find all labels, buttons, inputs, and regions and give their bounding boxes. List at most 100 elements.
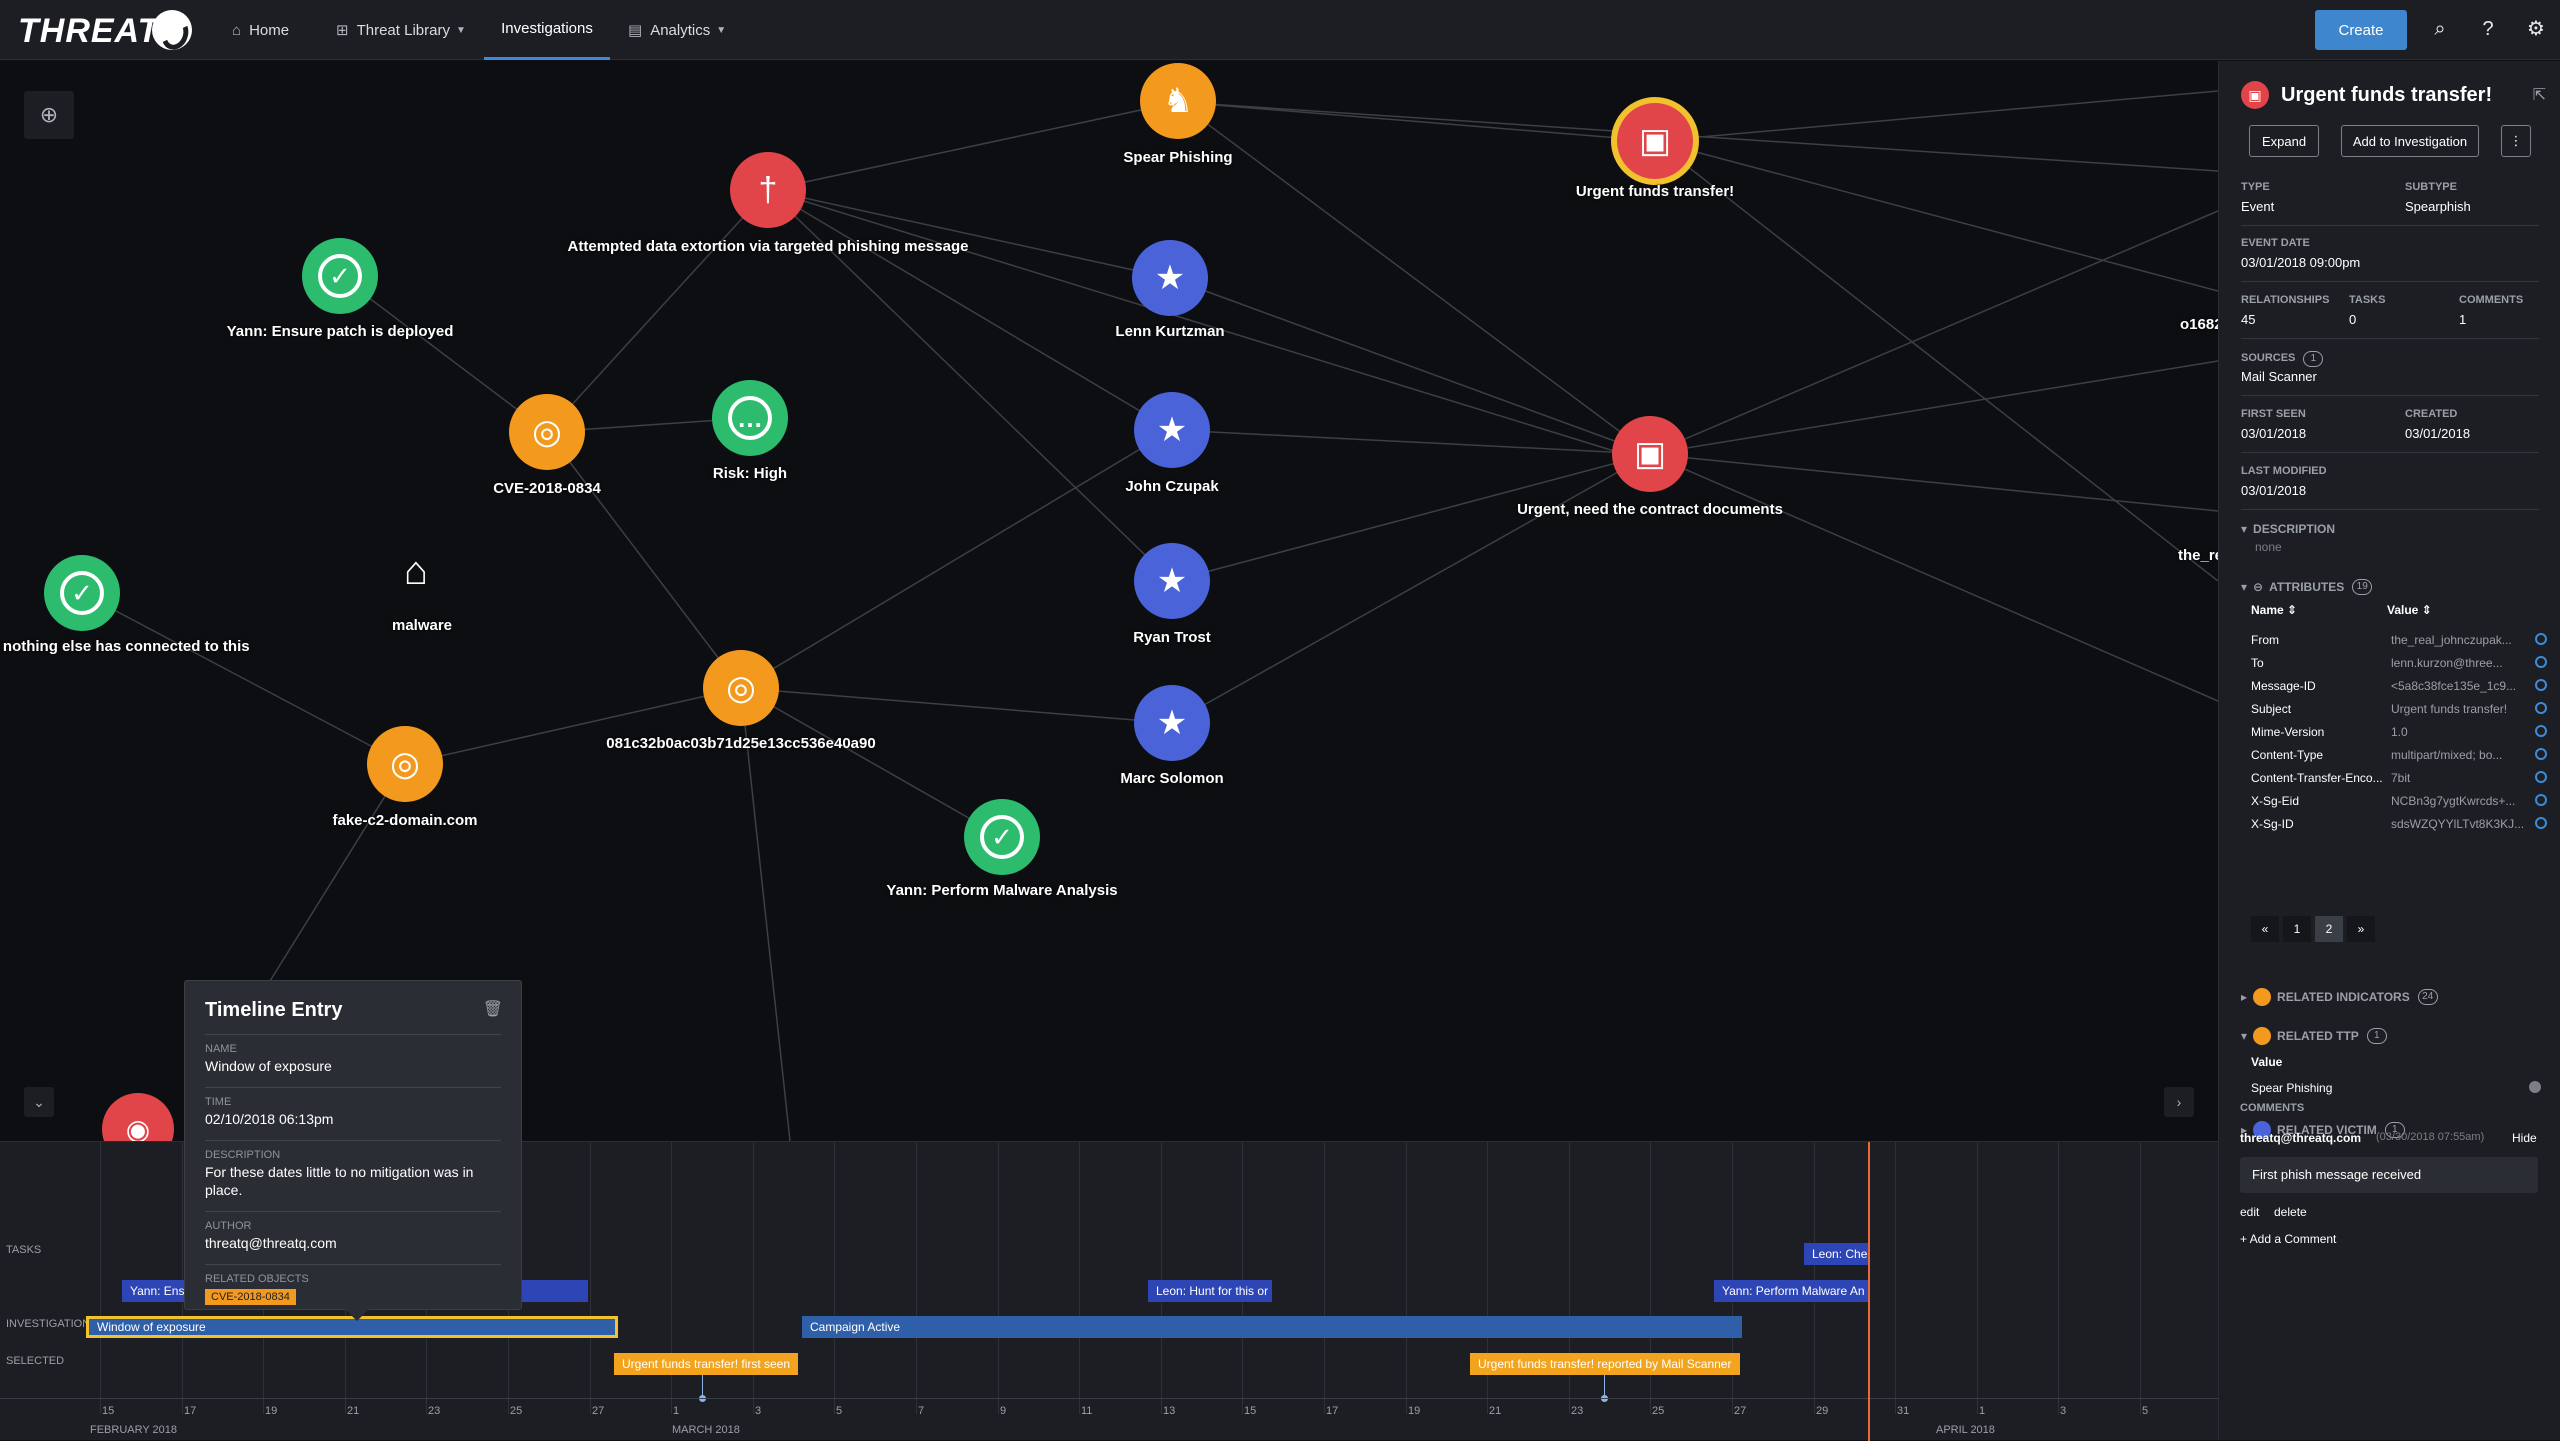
node-task-ensure-patch[interactable]: ✓ — [302, 238, 378, 314]
node-lenn-kurtzman[interactable]: ★ — [1132, 240, 1208, 316]
comments-label: COMMENTS — [2459, 294, 2524, 306]
timeline-campaign-active[interactable]: Campaign Active — [802, 1316, 1742, 1338]
add-to-investigation-button[interactable]: Add to Investigation — [2341, 125, 2479, 157]
remove-icon[interactable] — [2529, 1081, 2541, 1093]
node-task-check[interactable]: ✓ — [44, 555, 120, 631]
threatq-logo-mark — [152, 10, 192, 50]
attribute-info-icon[interactable] — [2535, 725, 2547, 737]
attribute-info-icon[interactable] — [2535, 794, 2547, 806]
attribute-info-icon[interactable] — [2535, 702, 2547, 714]
zoom-icon[interactable]: ⊕ — [24, 91, 74, 139]
attribute-info-icon[interactable] — [2535, 748, 2547, 760]
delete-comment-link[interactable]: delete — [2274, 1205, 2307, 1219]
attribute-info-icon[interactable] — [2535, 771, 2547, 783]
collapse-timeline-button[interactable]: ⌄ — [24, 1087, 54, 1117]
divider — [2241, 395, 2539, 396]
timeline-reported[interactable]: Urgent funds transfer! reported by Mail … — [1470, 1353, 1740, 1375]
attribute-row[interactable]: Mime-Version 1.0 — [2251, 725, 2551, 739]
attr-value-header[interactable]: Value ⇕ — [2387, 603, 2527, 617]
timeline-tick-label: 23 — [428, 1405, 441, 1417]
timeline-grid-line — [100, 1142, 101, 1414]
node-marc-solomon[interactable]: ★ — [1134, 685, 1210, 761]
attribute-row[interactable]: Content-Type multipart/mixed; bo... — [2251, 748, 2551, 762]
description-section[interactable]: ▾ DESCRIPTION — [2241, 522, 2335, 536]
relationships-value: 45 — [2241, 312, 2256, 327]
chevron-down-icon: ⌄ — [33, 1093, 45, 1110]
related-ttp-section[interactable]: ▾ RELATED TTP 1 — [2241, 1027, 2387, 1045]
nav-home[interactable]: ⌂ Home — [232, 0, 289, 60]
search-icon[interactable]: ⌕ — [2427, 16, 2453, 42]
attribute-row[interactable]: X-Sg-Eid NCBn3g7ygtKwrcds+... — [2251, 794, 2551, 808]
tag-icon[interactable]: ⌂ — [392, 547, 440, 595]
created-value: 03/01/2018 — [2405, 426, 2471, 441]
gear-icon[interactable]: ⚙ — [2523, 16, 2549, 42]
nav-analytics[interactable]: ▤ Analytics ▼ — [628, 0, 726, 60]
attribute-value: sdsWZQYYlLTvt8K3KJ... — [2391, 817, 2525, 831]
attribute-info-icon[interactable] — [2535, 656, 2547, 668]
pager-prev[interactable]: « — [2251, 916, 2279, 942]
attribute-row[interactable]: Message-ID <5a8c38fce135e_1c9... — [2251, 679, 2551, 693]
attr-name-header[interactable]: Name ⇕ — [2251, 603, 2387, 617]
ttp-icon — [2253, 1027, 2272, 1045]
attributes-section[interactable]: ▾ ⊖ ATTRIBUTES 19 — [2241, 579, 2373, 595]
chevron-down-icon: ▾ — [2241, 580, 2248, 594]
related-object-tag[interactable]: CVE-2018-0834 — [205, 1289, 296, 1305]
timeline-first-seen[interactable]: Urgent funds transfer! first seen — [614, 1353, 798, 1375]
attribute-info-icon[interactable] — [2535, 633, 2547, 645]
ttp-value[interactable]: Spear Phishing — [2251, 1081, 2332, 1095]
node-label: Marc Solomon — [1120, 770, 1224, 787]
nav-threat-library[interactable]: ⊞ Threat Library ▼ — [336, 0, 466, 60]
node-ryan-trost[interactable]: ★ — [1134, 543, 1210, 619]
tooltip-author: threatq@threatq.com — [205, 1235, 337, 1251]
attribute-row[interactable]: Content-Transfer-Enco... 7bit — [2251, 771, 2551, 785]
home-icon: ⌂ — [232, 21, 242, 39]
node-spear-phishing[interactable]: ♞ — [1140, 63, 1216, 139]
timeline-task-yann-malware[interactable]: Yann: Perform Malware An — [1714, 1280, 1868, 1302]
nav-investigations[interactable]: Investigations — [484, 0, 610, 60]
pager-page-2[interactable]: 2 — [2315, 916, 2343, 942]
node-data-extortion[interactable]: † — [730, 152, 806, 228]
attribute-row[interactable]: Subject Urgent funds transfer! — [2251, 702, 2551, 716]
sources-value[interactable]: Mail Scanner — [2241, 369, 2317, 384]
edit-comment-link[interactable]: edit — [2240, 1205, 2259, 1219]
node-fake-c2-domain[interactable]: ◎ — [367, 726, 443, 802]
node-label: Ryan Trost — [1133, 629, 1211, 646]
trash-icon[interactable]: 🗑 — [483, 999, 503, 1019]
node-cve-2018-0834[interactable]: ◎ — [509, 394, 585, 470]
related-indicators-section[interactable]: ▸ RELATED INDICATORS 24 — [2241, 988, 2438, 1006]
node-john-czupak[interactable]: ★ — [1134, 392, 1210, 468]
timeline-task-leon-hunt[interactable]: Leon: Hunt for this or — [1148, 1280, 1272, 1302]
tooltip-time-label: TIME — [205, 1087, 501, 1108]
node-label: Lenn Kurtzman — [1115, 323, 1225, 340]
attribute-value: <5a8c38fce135e_1c9... — [2391, 679, 2517, 693]
help-icon[interactable]: ? — [2475, 16, 2501, 42]
node-task-malware-analysis[interactable]: ✓ — [964, 799, 1040, 875]
hide-comment-link[interactable]: Hide — [2512, 1131, 2537, 1145]
add-comment-link[interactable]: + Add a Comment — [2240, 1232, 2336, 1246]
timeline-tick-label: 27 — [1734, 1405, 1747, 1417]
calendar-icon: ▣ — [2241, 81, 2269, 109]
expand-button[interactable]: Expand — [2249, 125, 2319, 157]
ttp-value-header[interactable]: Value — [2251, 1055, 2282, 1069]
node-risk-high[interactable]: … — [712, 380, 788, 456]
attribute-row[interactable]: X-Sg-ID sdsWZQYYlLTvt8K3KJ... — [2251, 817, 2551, 831]
attribute-info-icon[interactable] — [2535, 679, 2547, 691]
attribute-row[interactable]: To lenn.kurzon@three... — [2251, 656, 2551, 670]
timeline-task-leon-che[interactable]: Leon: Che — [1804, 1243, 1868, 1265]
timeline-grid-line — [182, 1142, 183, 1414]
pager-page-1[interactable]: 1 — [2283, 916, 2311, 942]
more-options-button[interactable]: ⋮ — [2501, 125, 2531, 157]
attribute-info-icon[interactable] — [2535, 817, 2547, 829]
create-button[interactable]: Create — [2315, 10, 2407, 50]
pager-next[interactable]: » — [2347, 916, 2375, 942]
node-hash[interactable]: ◎ — [703, 650, 779, 726]
node-urgent-funds-transfer[interactable]: ▣ — [1617, 103, 1693, 179]
divider — [2241, 225, 2539, 226]
investigation-graph-canvas[interactable]: ⊕ ♞ Spear Phishing ▣ Urgent funds transf… — [0, 61, 2264, 1165]
attribute-row[interactable]: From the_real_johnczupak... — [2251, 633, 2551, 647]
external-link-icon[interactable]: ⇱ — [2533, 85, 2546, 105]
vertical-ellipsis-icon: ⋮ — [2509, 133, 2523, 148]
node-urgent-contract-docs[interactable]: ▣ — [1612, 416, 1688, 492]
timeline-tick-label: 25 — [510, 1405, 523, 1417]
expand-panel-button[interactable]: › — [2164, 1087, 2194, 1117]
